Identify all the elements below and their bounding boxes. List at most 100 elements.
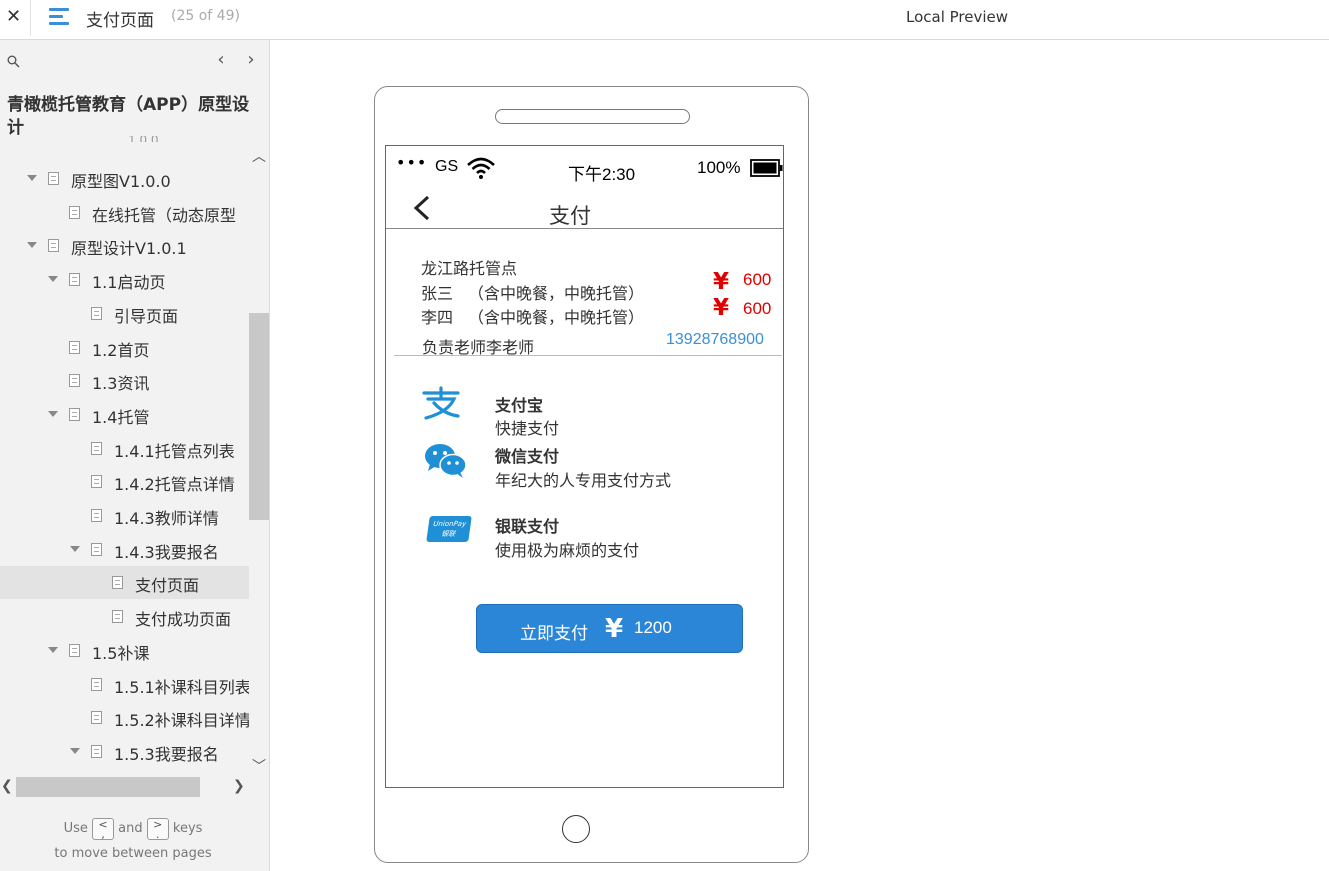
battery-icon — [750, 159, 783, 177]
phone-speaker — [495, 109, 690, 124]
tree-item-label: 1.3资讯 — [92, 374, 150, 394]
tree-item-label: 1.4.1托管点列表 — [114, 441, 235, 461]
tree-item[interactable]: 1.4.2托管点详情 — [0, 465, 249, 498]
prev-key-icon: <, — [92, 817, 114, 840]
scroll-right-icon[interactable]: ❯ — [233, 778, 245, 794]
home-button[interactable] — [562, 815, 590, 843]
page-icon — [112, 610, 123, 624]
page-icon — [91, 542, 102, 556]
alipay-icon — [422, 386, 460, 420]
tree-item[interactable]: 在线托管（动态原型 — [0, 196, 249, 229]
page-tree: 1.0.0 原型图V1.0.0 在线托管（动态原型原型设计V1.0.1 1.1启动页… — [0, 136, 249, 776]
tree-item-label: 1.4托管 — [92, 407, 150, 427]
tree-item[interactable]: 原型图V1.0.0 — [0, 162, 249, 195]
expand-arrow-icon[interactable] — [27, 242, 37, 249]
tree-item[interactable]: 1.4.3我要报名 — [0, 533, 249, 566]
page-icon — [48, 239, 59, 253]
tree-item-label: 引导页面 — [114, 306, 179, 326]
payment-name: 微信支付 — [495, 447, 560, 466]
tree-item[interactable]: 1.2首页 — [0, 331, 249, 364]
vertical-scrollbar-thumb[interactable] — [249, 313, 269, 520]
unionpay-icon: UnionPay 银联 — [426, 516, 472, 542]
tree-item[interactable]: 支付页面 — [0, 769, 249, 776]
student-price: 600 — [743, 270, 772, 289]
tree-item[interactable]: 1.4.3教师详情 — [0, 499, 249, 532]
tree-item-label: 1.4.3我要报名 — [114, 542, 219, 562]
student-plan: （含中晚餐，中晚托管） — [468, 284, 645, 303]
expand-arrow-icon[interactable] — [48, 410, 58, 417]
preview-title: Local Preview — [906, 8, 1009, 26]
page-icon — [48, 172, 59, 185]
next-page-button[interactable]: › — [243, 50, 259, 70]
page-icon — [69, 340, 80, 354]
status-bar: ••• GS 下午2:30 100% 支付 — [386, 146, 783, 229]
expand-arrow-icon[interactable] — [48, 276, 58, 283]
page-icon — [91, 744, 102, 758]
tree-item[interactable]: 原型设计V1.0.1 — [0, 229, 249, 262]
tree-item[interactable]: 1.4.1托管点列表 — [0, 432, 249, 465]
status-time: 下午2:30 — [568, 165, 636, 184]
tree-item[interactable]: 支付页面 — [0, 566, 249, 600]
tree-item-label: 原型设计V1.0.1 — [71, 239, 187, 259]
page-icon — [91, 441, 102, 455]
payment-desc: 年纪大的人专用支付方式 — [495, 471, 672, 490]
scroll-down-icon[interactable]: ﹀ — [251, 756, 267, 776]
tree-item-label: 1.5.1补课科目列表 — [114, 677, 249, 697]
tree-item-label: 在线托管（动态原型 — [92, 205, 237, 225]
tree-item[interactable]: 1.1启动页 — [0, 263, 249, 296]
expand-arrow-icon[interactable] — [48, 646, 58, 653]
tree-cut-text: 1.0.0 — [128, 136, 159, 142]
search-icon[interactable] — [7, 55, 20, 68]
carrier-name: GS — [435, 158, 459, 175]
tree-item[interactable]: 1.4托管 — [0, 398, 249, 431]
scroll-left-icon[interactable]: ❮ — [1, 778, 13, 794]
currency-icon: ¥ — [713, 295, 730, 321]
tree-item[interactable]: 1.5.2补课科目详情 — [0, 701, 249, 734]
currency-icon: ¥ — [605, 614, 624, 644]
payment-desc: 快捷支付 — [495, 419, 560, 438]
page-icon — [69, 273, 80, 287]
page-icon — [91, 475, 102, 489]
tree-item-label: 支付页面 — [135, 576, 200, 596]
location-name: 龙江路托管点 — [421, 259, 518, 278]
tree-item-label: 支付页面 — [135, 775, 199, 776]
page-icon — [69, 374, 80, 388]
scroll-up-icon[interactable]: ︿ — [251, 146, 267, 166]
menu-icon[interactable] — [49, 7, 69, 27]
keyboard-hint: Use <, and >. keys to move between pages — [54, 817, 212, 861]
sidebar: ‹ › 青橄榄托管教育（APP）原型设计 1.0.0 原型图V1.0.0 在线托管… — [0, 40, 270, 871]
expand-arrow-icon[interactable] — [27, 175, 37, 181]
tree-item[interactable]: 1.5补课 — [0, 634, 249, 667]
tree-item[interactable]: 引导页面 — [0, 297, 249, 330]
pay-amount: 1200 — [634, 618, 672, 637]
teacher-phone-link[interactable]: 13928768900 — [666, 331, 764, 349]
student-name: 张三 — [421, 284, 454, 303]
tree-item-label: 1.5.3我要报名 — [114, 744, 219, 764]
tree-item-label: 原型图V1.0.0 — [71, 172, 171, 191]
wifi-icon — [467, 157, 495, 179]
top-bar: ✕ 支付页面 (25 of 49) Local Preview — [0, 0, 1329, 40]
currency-icon: ¥ — [713, 269, 730, 295]
student-name: 李四 — [421, 308, 454, 327]
phone-screen: ••• GS 下午2:30 100% 支付 龙江路托管点 张三 （含中晚餐，中晚… — [385, 145, 784, 788]
pay-now-button[interactable]: 立即支付 ¥ 1200 — [476, 604, 743, 653]
tree-item[interactable]: 1.3资讯 — [0, 364, 249, 397]
page-title: 支付页面 — [86, 11, 154, 31]
student-plan: （含中晚餐，中晚托管） — [468, 308, 645, 327]
payment-desc: 使用极为麻烦的支付 — [495, 541, 640, 560]
previous-page-button[interactable]: ‹ — [213, 50, 229, 70]
tree-item[interactable]: 1.5.3我要报名 — [0, 735, 249, 768]
tree-item[interactable]: 支付成功页面 — [0, 600, 249, 633]
expand-arrow-icon[interactable] — [70, 545, 80, 552]
page-count: (25 of 49) — [171, 8, 240, 24]
payment-name: 银联支付 — [495, 517, 560, 536]
tree-item-label: 支付成功页面 — [135, 610, 232, 630]
tree-item[interactable]: 1.5.1补课科目列表 — [0, 668, 249, 701]
page-icon — [91, 711, 102, 725]
tree-item-label: 1.2首页 — [92, 340, 150, 360]
project-title: 青橄榄托管教育（APP）原型设计 — [7, 95, 250, 138]
expand-arrow-icon[interactable] — [70, 747, 80, 754]
close-button[interactable]: ✕ — [0, 0, 27, 36]
horizontal-scrollbar-thumb[interactable] — [16, 777, 200, 797]
divider — [394, 355, 782, 356]
